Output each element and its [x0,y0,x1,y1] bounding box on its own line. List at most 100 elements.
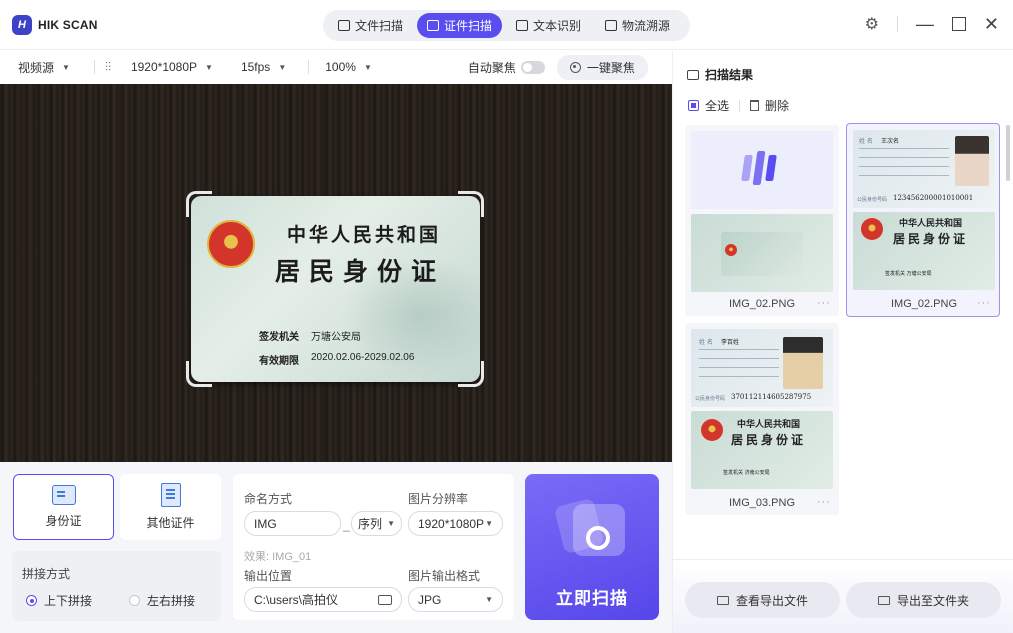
one-key-focus-button[interactable]: 一键聚焦 [556,54,648,80]
front-title: 中华人民共和国 [737,420,801,430]
checkbox-icon [688,100,699,111]
resolution-label: 1920*1080P [130,60,198,74]
national-emblem-icon [207,220,255,268]
result-item[interactable]: IMG_02.PNG ··· [685,125,839,316]
output-settings: 命名方式 IMG _ 序列 ▼ 效果: IMG_01 图片分辨率 1920*10… [233,474,514,620]
result-item[interactable]: 姓 名 李百姓 公民身份号码 370112114605287975 中华人民共和… [685,323,839,515]
emblem-icon [861,218,883,240]
portrait-photo [783,337,823,389]
id-card-preview: 中华人民共和国 居民身份证 签发机关 万塘公安局 有效期限 2020.02.06… [191,196,480,382]
auto-focus-label: 自动聚焦 [467,60,516,75]
minimize-icon[interactable]: — [916,15,934,33]
more-icon[interactable]: ··· [817,496,831,508]
doc-type-other[interactable]: 其他证件 [120,474,221,540]
output-format-select[interactable]: JPG ▼ [408,587,503,612]
video-source-label: 视频源 [18,60,55,75]
title-bar: H HIK SCAN 文件扫描 证件扫描 文本识别 物流溯源 ⚙ — ✕ [0,0,1013,50]
scan-now-button[interactable]: 立即扫描 [525,474,659,620]
trash-icon [750,100,760,111]
id-card-icon [51,485,76,505]
more-icon[interactable]: ··· [817,297,831,309]
format-label: 图片输出格式 [408,569,481,583]
front-subtitle: 居民身份证 [731,433,807,447]
tab-label: 证件扫描 [444,19,493,33]
export-icon [877,595,890,605]
tab-file-scan[interactable]: 文件扫描 [328,13,413,38]
output-location-input[interactable]: C:\users\高拍仪 [244,587,402,612]
emblem-icon [725,244,737,256]
video-source-select[interactable]: 视频源 ▼ [18,59,70,76]
loading-placeholder [691,131,833,209]
select-all-button[interactable]: 全选 [688,97,729,114]
close-icon[interactable]: ✕ [984,15,999,33]
stitch-options: 上下拼接 左右拼接 [26,592,195,609]
auto-focus-toggle[interactable] [520,60,545,74]
loading-bar [752,151,766,185]
results-scrollbar[interactable] [1006,125,1010,181]
document-icon [160,483,181,507]
radio-dot [129,595,141,606]
tab-label: 文本识别 [533,19,582,33]
back-name-label: 姓 名 [859,138,873,145]
front-footer: 签发机关 济南公安局 [723,470,770,476]
view-export-button[interactable]: 查看导出文件 [685,582,840,618]
radio-label: 左右拼接 [147,594,196,608]
doc-type-id-card[interactable]: 身份证 [13,474,114,540]
thumb-image-front: 中华人民共和国 居民身份证 签发机关 济南公安局 [691,411,833,489]
tab-logistics-trace[interactable]: 物流溯源 [595,13,680,38]
thumb-image [691,214,833,292]
crop-corner-top-left [186,191,212,217]
control-panel: 身份证 其他证件 拼接方式 上下拼接 左右拼接 命名方式 IMG _ 序列 ▼ … [0,462,672,633]
export-folder-label: 导出至文件夹 [896,593,969,608]
id-label: 公民身份号码 [857,197,888,203]
tab-text-recognition[interactable]: 文本识别 [506,13,591,38]
chevron-down-icon: ▼ [387,519,395,528]
naming-separator: _ [343,518,350,532]
card-validity-row: 有效期限 2020.02.06-2029.02.06 [259,352,414,367]
fps-select[interactable]: 15fps ▼ [241,60,286,74]
chevron-down-icon: ▼ [485,595,493,604]
result-item[interactable]: 姓 名 王次名 公民身份号码 123456200001010001 中华人民共和… [846,123,1000,317]
zoom-label: 100% [325,60,356,74]
thumb-image-back: 姓 名 王次名 公民身份号码 123456200001010001 [853,130,995,208]
front-title: 中华人民共和国 [899,219,963,229]
focus-target-icon [569,61,581,73]
scan-results-sidebar: 扫描结果 全选 删除 IMG_02.PNG ··· 姓 名 王次名 公民身份号码… [672,51,1013,633]
sidebar-footer: 查看导出文件 导出至文件夹 [673,559,1013,633]
thumb-image-front: 中华人民共和国 居民身份证 签发机关 万塘公安局 [853,212,995,290]
more-icon[interactable]: ··· [977,297,991,309]
gear-icon[interactable]: ⚙ [865,14,879,34]
stitch-vertical-radio[interactable]: 上下拼接 [26,592,92,609]
delete-button[interactable]: 删除 [750,97,789,114]
back-name-label: 姓 名 [699,339,713,346]
divider [739,99,741,112]
results-title: 扫描结果 [705,68,754,82]
window-controls: ⚙ — ✕ [865,14,999,34]
logo-icon: H [12,15,32,35]
naming-input[interactable]: IMG [244,511,341,536]
resolution-select[interactable]: 1920*1080P ▼ [131,60,213,74]
crop-corner-bottom-right [458,361,484,387]
app-name: HIK SCAN [38,18,98,32]
adjust-sliders-icon[interactable]: ⫶⫶ [105,60,111,75]
export-folder-button[interactable]: 导出至文件夹 [846,582,1001,618]
results-actions: 全选 删除 [688,97,789,114]
stitch-horizontal-radio[interactable]: 左右拼接 [129,592,195,609]
image-resolution-select[interactable]: 1920*1080P ▼ [408,511,503,536]
chevron-down-icon: ▼ [363,62,372,72]
crop-corner-top-right [458,191,484,217]
tab-id-scan[interactable]: 证件扫描 [417,13,503,38]
folder-icon[interactable] [378,594,392,605]
output-location-value: C:\users\高拍仪 [254,593,339,607]
text-recognition-icon [516,20,529,31]
zoom-select[interactable]: 100% ▼ [325,60,372,74]
tab-label: 文件扫描 [355,19,404,33]
maximize-icon[interactable] [951,17,966,31]
card-subtitle: 居民身份证 [275,257,446,286]
output-location-label: 输出位置 [244,569,293,583]
mini-card [721,232,803,276]
naming-suffix-select[interactable]: 序列 ▼ [351,511,402,536]
loading-bar [741,155,753,181]
radio-dot [26,595,37,606]
image-resolution-value: 1920*1080P [418,516,485,531]
